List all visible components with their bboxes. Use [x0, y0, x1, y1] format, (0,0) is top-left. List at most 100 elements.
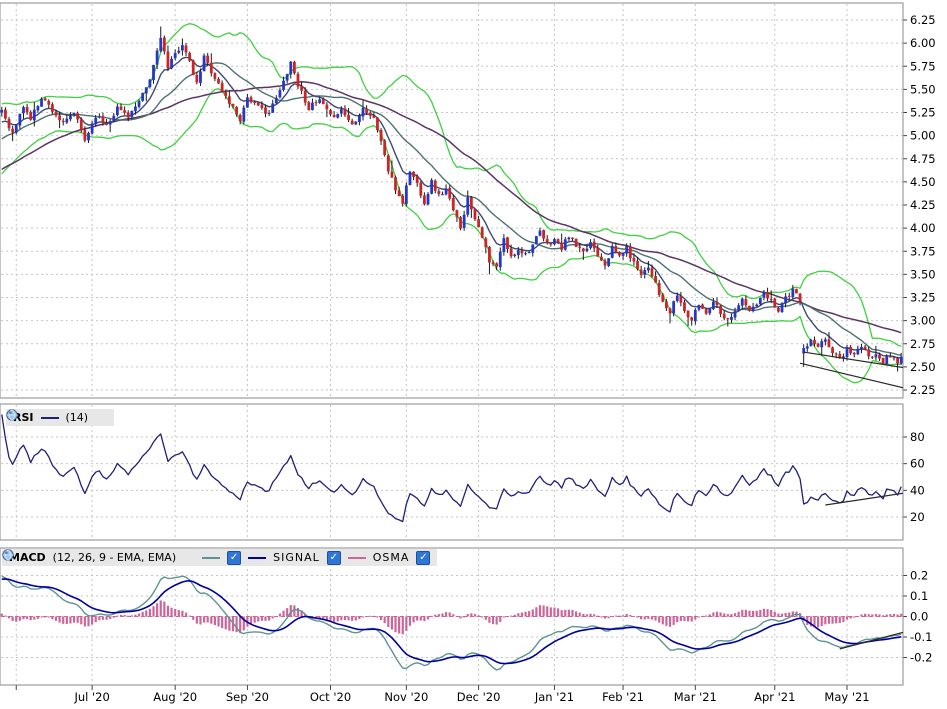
candle-up: [528, 252, 531, 253]
osma-bar: [167, 606, 169, 617]
osma-bar: [12, 617, 14, 622]
osma-bar: [15, 617, 17, 622]
candle-up: [87, 133, 90, 140]
candle-up: [463, 215, 466, 228]
osma-bar: [33, 617, 35, 620]
osma-bar: [196, 617, 198, 624]
macd-line-checkbox[interactable]: ✓: [227, 551, 241, 565]
osma-bar: [474, 614, 476, 616]
globe-icon[interactable]: [95, 412, 107, 424]
osma-bar: [532, 609, 534, 616]
osma-bar: [705, 616, 707, 617]
candle-down: [618, 252, 621, 256]
candle-down: [560, 243, 563, 250]
candle-down: [195, 75, 198, 83]
candle-down: [47, 101, 50, 105]
candle-up: [246, 97, 249, 107]
candle-up: [763, 292, 766, 297]
x-axis-month-label: Apr '21: [754, 690, 795, 704]
osma-bar: [268, 617, 270, 621]
osma-bar: [420, 617, 422, 621]
rsi-ytick-label: 40: [910, 483, 925, 497]
macd-panel: 0.20.10.0-0.1-0.2: [0, 548, 932, 685]
candle-down: [799, 294, 802, 303]
candle-up: [535, 236, 538, 244]
candle-up: [340, 109, 343, 113]
candle-up: [181, 45, 184, 50]
osma-bar: [40, 617, 42, 618]
osma-bar: [824, 617, 826, 625]
candle-up: [282, 81, 285, 90]
candle-down: [477, 219, 480, 227]
osma-bar: [73, 617, 75, 623]
macd-ytick-label: 0.2: [910, 569, 928, 583]
candle-up: [311, 103, 314, 110]
candle-down: [510, 249, 513, 257]
signal-checkbox[interactable]: ✓: [327, 551, 341, 565]
macd-trendline: [840, 632, 905, 649]
candle-up: [708, 309, 711, 314]
candle-down: [723, 314, 726, 319]
osma-bar: [203, 617, 205, 623]
osma-bar: [673, 617, 675, 625]
osma-bar: [225, 617, 227, 630]
rsi-panel: 80604020: [0, 404, 925, 540]
osma-histogram: [1, 600, 903, 634]
osma-bar: [170, 608, 172, 617]
osma-bar: [831, 617, 833, 624]
candle-up: [820, 341, 823, 347]
osma-bar: [145, 610, 147, 616]
candle-down: [376, 117, 379, 130]
osma-bar: [26, 617, 28, 620]
osma-bar: [691, 617, 693, 622]
candle-up: [289, 62, 292, 75]
candle-down: [437, 191, 440, 194]
osma-bar: [178, 610, 180, 616]
candle-down: [777, 308, 780, 312]
candle-down: [297, 74, 300, 87]
candle-down: [228, 96, 231, 104]
candle-down: [654, 276, 657, 283]
osma-bar: [543, 605, 545, 616]
candle-up: [466, 197, 469, 215]
osma-bar: [528, 611, 530, 616]
candle-down: [51, 104, 54, 112]
rsi-trendline: [825, 493, 904, 505]
osma-bar: [409, 617, 411, 626]
candle-down: [315, 102, 318, 103]
candle-up: [177, 51, 180, 53]
candle-down: [398, 190, 401, 196]
osma-bar: [84, 617, 86, 627]
candle-up: [647, 268, 650, 271]
osma-bar: [785, 613, 787, 617]
osma-bar: [842, 617, 844, 623]
candle-down: [214, 73, 217, 79]
candle-down: [347, 115, 350, 120]
price-ytick-label: 3.25: [910, 291, 936, 305]
rsi-line: [2, 415, 901, 522]
candle-down: [849, 347, 852, 353]
x-axis-month-label: Sep '20: [226, 690, 269, 704]
candle-up: [427, 194, 430, 204]
osma-bar: [384, 617, 386, 624]
candle-down: [369, 113, 372, 116]
osma-bar: [741, 610, 743, 617]
candle-up: [15, 125, 18, 133]
osma-bar: [752, 611, 754, 617]
candle-down: [813, 340, 816, 344]
osma-bar: [579, 613, 581, 617]
osma-bar: [756, 611, 758, 617]
osma-bar: [261, 617, 263, 621]
osma-checkbox[interactable]: ✓: [416, 551, 430, 565]
globe-icon[interactable]: [183, 552, 195, 564]
signal-line-swatch: [248, 557, 266, 559]
candle-down: [893, 357, 896, 358]
osma-bar: [839, 617, 841, 624]
fast-ema-line: [2, 57, 901, 358]
candle-down: [29, 112, 32, 120]
candle-up: [900, 357, 903, 364]
price-ytick-label: 3.75: [910, 244, 936, 258]
osma-bar: [387, 617, 389, 628]
candle-down: [264, 107, 267, 113]
candle-down: [307, 102, 310, 110]
